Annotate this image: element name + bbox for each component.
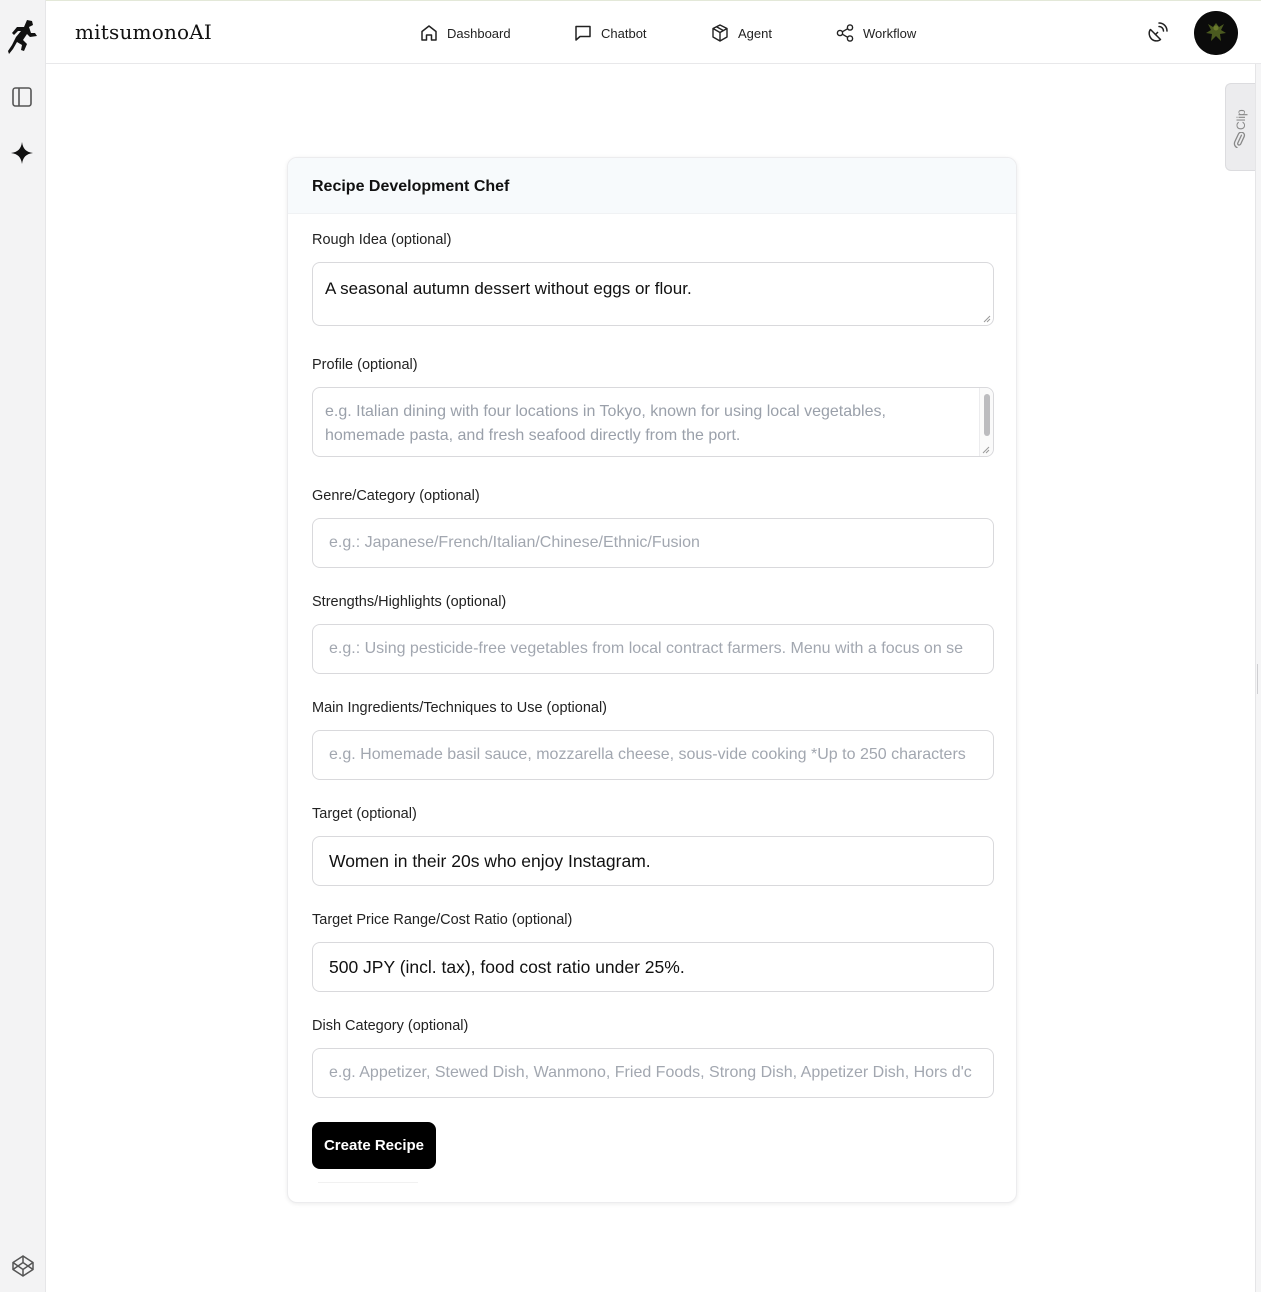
codepen-icon[interactable] <box>11 1254 35 1278</box>
nav-label: Dashboard <box>447 25 511 41</box>
chat-bubble-icon <box>575 25 591 41</box>
rough-idea-textarea[interactable]: A seasonal autumn dessert without eggs o… <box>312 262 994 326</box>
nav-label: Agent <box>738 25 772 41</box>
resize-grip-icon[interactable] <box>983 315 991 323</box>
rough-idea-label: Rough Idea (optional) <box>312 232 452 248</box>
profile-label: Profile (optional) <box>312 357 418 373</box>
cube-icon <box>712 24 728 42</box>
left-rail <box>0 0 46 1292</box>
target-value: Women in their 20s who enjoy Instagram. <box>329 850 651 871</box>
dish-category-placeholder: e.g. Appetizer, Stewed Dish, Wanmono, Fr… <box>329 1064 972 1081</box>
genre-input[interactable]: e.g.: Japanese/French/Italian/Chinese/Et… <box>312 518 994 568</box>
profile-placeholder: e.g. Italian dining with four locations … <box>325 403 886 444</box>
app-root: mitsumonoAI Dashboard Chatbot Agent Work… <box>0 0 1261 1292</box>
profile-textarea[interactable]: e.g. Italian dining with four locations … <box>312 387 994 457</box>
ingredients-placeholder: e.g. Homemade basil sauce, mozzarella ch… <box>329 746 966 763</box>
strengths-placeholder: e.g.: Using pesticide-free vegetables fr… <box>329 640 964 657</box>
top-bar: mitsumonoAI Dashboard Chatbot Agent Work… <box>46 0 1261 64</box>
resize-handle[interactable] <box>1257 664 1260 694</box>
satellite-dish-icon[interactable] <box>1145 21 1169 45</box>
rough-idea-value: A seasonal autumn dessert without eggs o… <box>325 279 692 298</box>
recipe-form-card: Recipe Development Chef Rough Idea (opti… <box>287 157 1017 1203</box>
strengths-label: Strengths/Highlights (optional) <box>312 594 507 610</box>
paperclip-icon <box>1233 132 1246 148</box>
ingredients-label: Main Ingredients/Techniques to Use (opti… <box>312 700 607 716</box>
home-icon <box>421 25 437 41</box>
dish-category-input[interactable]: e.g. Appetizer, Stewed Dish, Wanmono, Fr… <box>312 1048 994 1098</box>
genre-placeholder: e.g.: Japanese/French/Italian/Chinese/Et… <box>329 534 700 551</box>
price-input[interactable]: 500 JPY (incl. tax), food cost ratio und… <box>312 942 994 992</box>
avatar-figure-icon <box>1194 11 1238 55</box>
nav-item-agent[interactable]: Agent <box>710 22 772 44</box>
nav-item-chatbot[interactable]: Chatbot <box>573 22 647 44</box>
runner-logo-icon[interactable] <box>8 18 38 56</box>
genre-label: Genre/Category (optional) <box>312 488 480 504</box>
avatar[interactable] <box>1194 11 1238 55</box>
divider <box>318 1182 418 1183</box>
nav-item-workflow[interactable]: Workflow <box>835 22 916 44</box>
brand-name[interactable]: mitsumonoAI <box>75 20 212 44</box>
dish-category-label: Dish Category (optional) <box>312 1018 469 1034</box>
sparkle-icon[interactable] <box>10 141 34 165</box>
sidebar-panel-icon[interactable] <box>11 86 33 108</box>
target-input[interactable]: Women in their 20s who enjoy Instagram. <box>312 836 994 886</box>
nav-item-dashboard[interactable]: Dashboard <box>419 22 511 44</box>
price-value: 500 JPY (incl. tax), food cost ratio und… <box>329 956 685 977</box>
clip-label: Clip <box>1234 109 1248 130</box>
clip-tab[interactable]: Clip <box>1225 83 1255 171</box>
nav-label: Chatbot <box>601 25 647 41</box>
card-title: Recipe Development Chef <box>288 158 1016 214</box>
scrollbar-thumb[interactable] <box>984 394 990 436</box>
ingredients-input[interactable]: e.g. Homemade basil sauce, mozzarella ch… <box>312 730 994 780</box>
create-recipe-button[interactable]: Create Recipe <box>312 1122 436 1169</box>
nav-label: Workflow <box>863 25 917 41</box>
strengths-input[interactable]: e.g.: Using pesticide-free vegetables fr… <box>312 624 994 674</box>
resize-grip-icon[interactable] <box>982 446 990 454</box>
share-nodes-icon <box>836 24 854 42</box>
target-label: Target (optional) <box>312 806 417 822</box>
price-label: Target Price Range/Cost Ratio (optional) <box>312 912 573 928</box>
